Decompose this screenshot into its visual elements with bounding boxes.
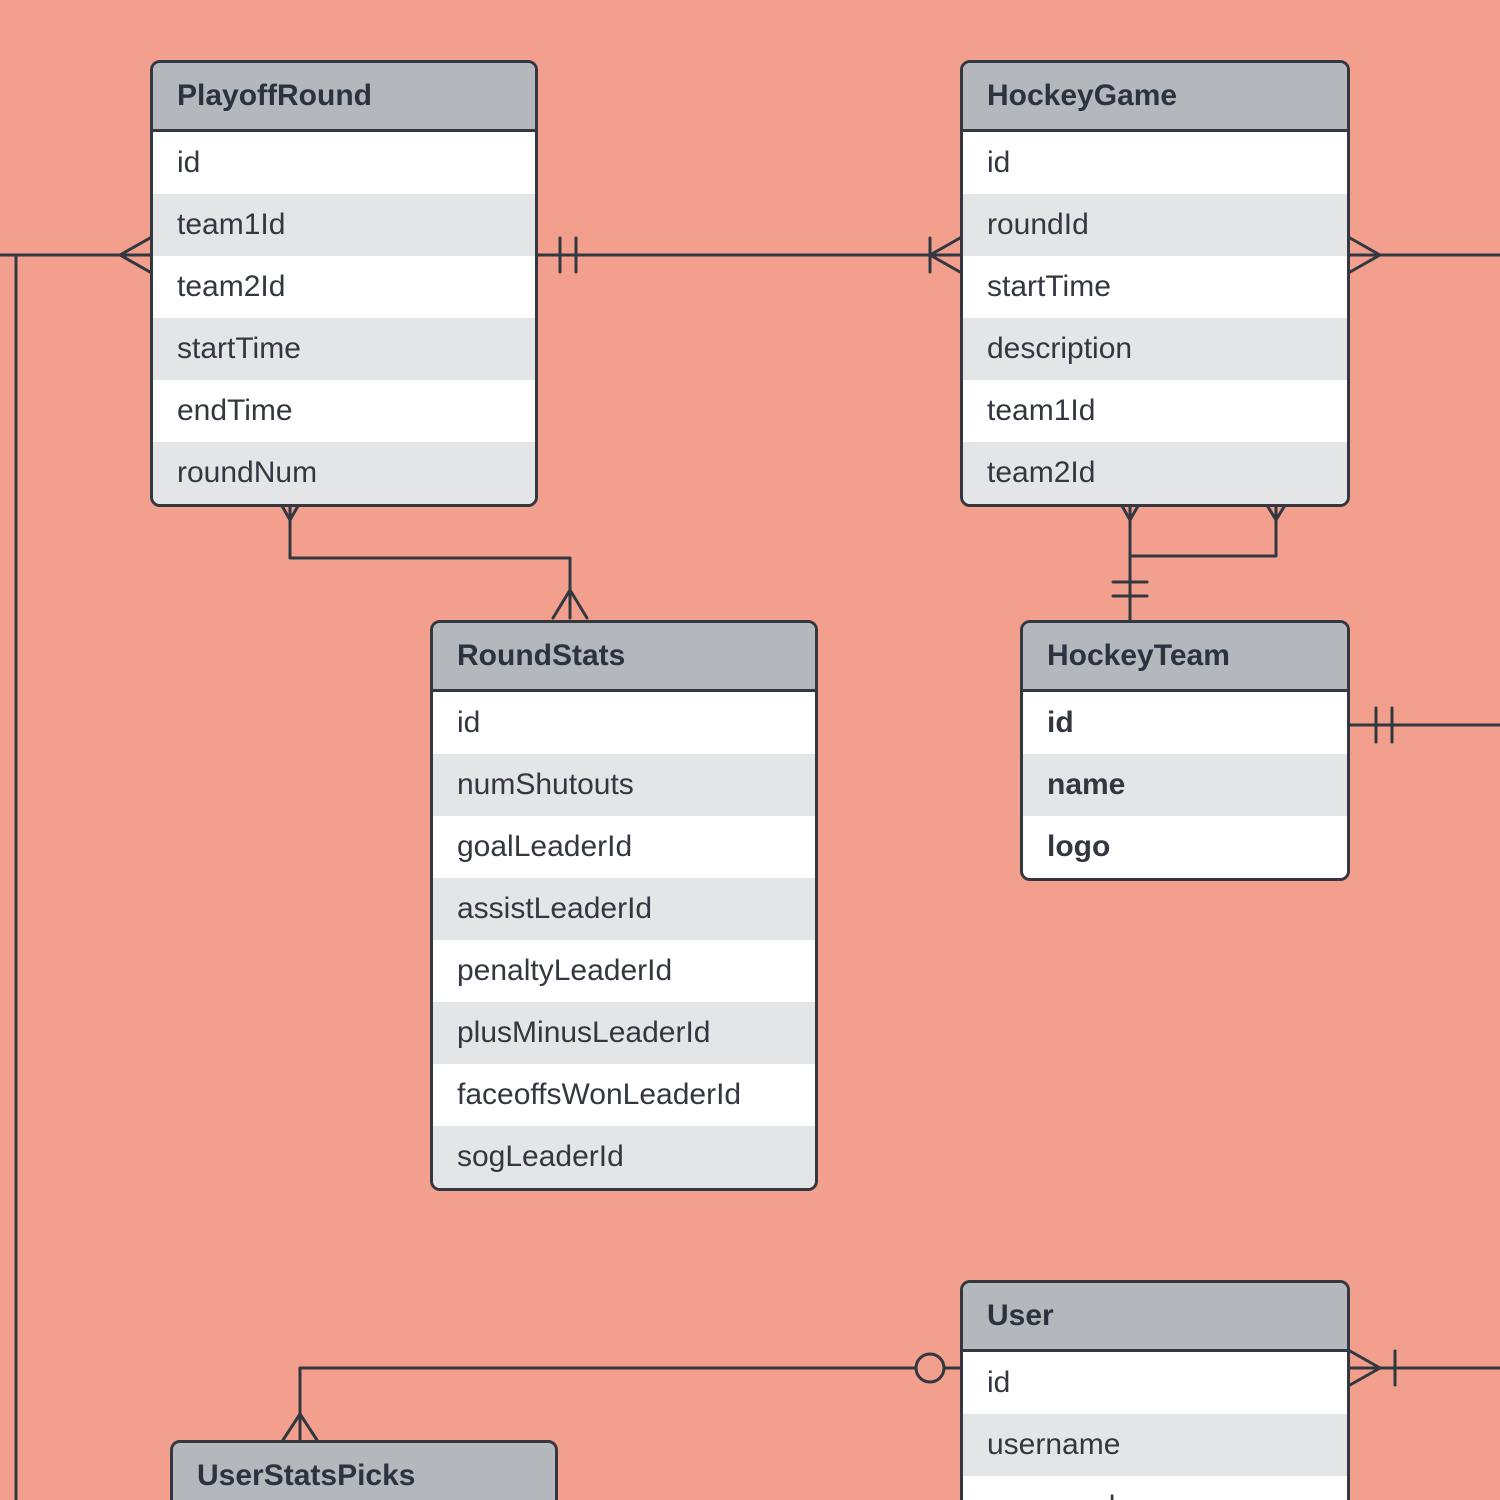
entity-roundstats: RoundStats id numShutouts goalLeaderId a… [430, 620, 818, 1191]
field: plusMinusLeaderId [433, 1002, 815, 1064]
field: faceoffsWonLeaderId [433, 1064, 815, 1126]
entity-fields: id name logo [1023, 692, 1347, 878]
field: endTime [153, 380, 535, 442]
field: sogLeaderId [433, 1126, 815, 1188]
field: id [433, 692, 815, 754]
field: id [963, 1352, 1347, 1414]
entity-fields: id numShutouts goalLeaderId assistLeader… [433, 692, 815, 1188]
field: startTime [153, 318, 535, 380]
field: numShutouts [433, 754, 815, 816]
field: id [153, 132, 535, 194]
field: roundNum [153, 442, 535, 504]
entity-title: RoundStats [433, 623, 815, 692]
field: team2Id [153, 256, 535, 318]
field: roundId [963, 194, 1347, 256]
entity-title: User [963, 1283, 1347, 1352]
field: username [963, 1414, 1347, 1476]
field: team1Id [153, 194, 535, 256]
entity-playoffround: PlayoffRound id team1Id team2Id startTim… [150, 60, 538, 507]
field: team1Id [963, 380, 1347, 442]
field: id [1023, 692, 1347, 754]
field: goalLeaderId [433, 816, 815, 878]
field: name [1023, 754, 1347, 816]
field: penaltyLeaderId [433, 940, 815, 1002]
rel-playoffround-roundstats [290, 490, 570, 618]
field: team2Id [963, 442, 1347, 504]
er-diagram-canvas: PlayoffRound id team1Id team2Id startTim… [0, 0, 1500, 1500]
entity-userstatspicks: UserStatsPicks [170, 1440, 558, 1500]
entity-fields: id roundId startTime description team1Id… [963, 132, 1347, 504]
entity-user: User id username password [960, 1280, 1350, 1500]
entity-title: HockeyTeam [1023, 623, 1347, 692]
entity-hockeyteam: HockeyTeam id name logo [1020, 620, 1350, 881]
entity-title: PlayoffRound [153, 63, 535, 132]
entity-title: UserStatsPicks [173, 1443, 555, 1500]
field: id [963, 132, 1347, 194]
field: logo [1023, 816, 1347, 878]
entity-hockeygame: HockeyGame id roundId startTime descript… [960, 60, 1350, 507]
field: description [963, 318, 1347, 380]
field: password [963, 1476, 1347, 1500]
field: startTime [963, 256, 1347, 318]
field: assistLeaderId [433, 878, 815, 940]
entity-fields: id team1Id team2Id startTime endTime rou… [153, 132, 535, 504]
entity-fields: id username password [963, 1352, 1347, 1500]
entity-title: HockeyGame [963, 63, 1347, 132]
rel-user-userstatspicks [300, 1368, 960, 1440]
